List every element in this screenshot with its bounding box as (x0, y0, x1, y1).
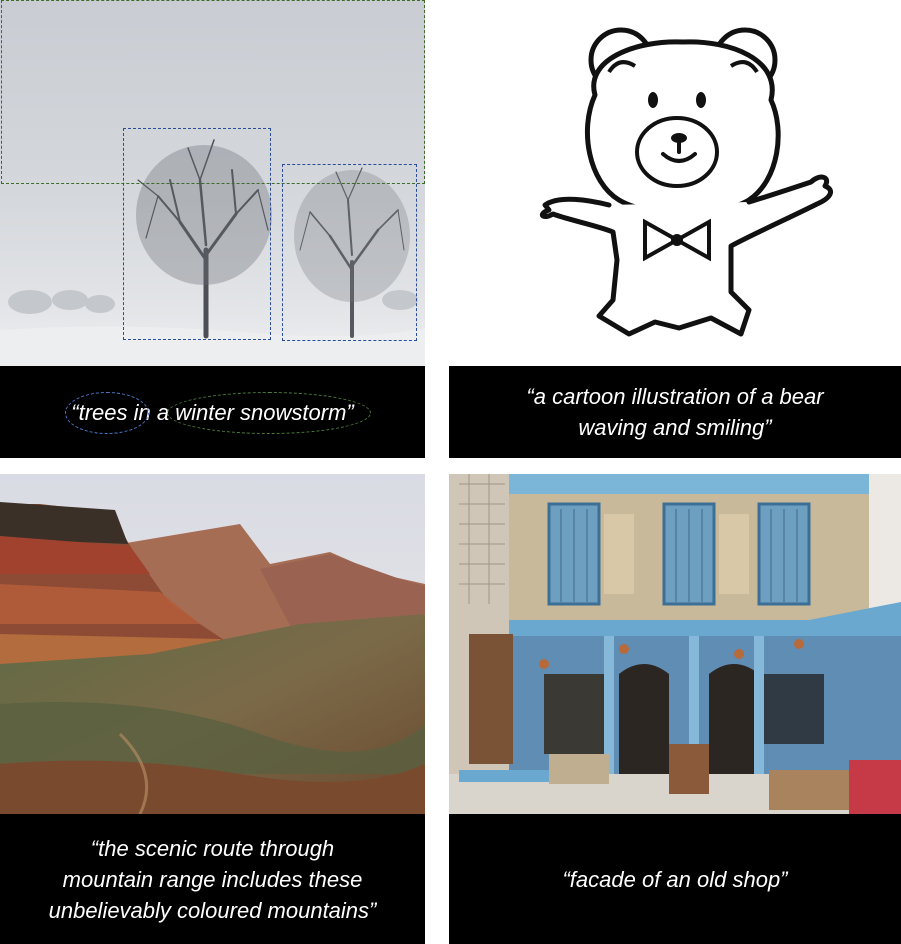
shop-photo (449, 474, 901, 814)
caption-mountains: “the scenic route through mountain range… (0, 814, 425, 944)
caption-snow: “trees in a winter snowstorm” (0, 366, 425, 458)
caption-shop-line-1: “facade of an old shop” (562, 866, 788, 892)
caption-connector: in a (127, 399, 176, 425)
mountains-photo (0, 474, 425, 814)
caption-mountains-line-3: unbelievably coloured mountains” (48, 897, 377, 923)
caption-bear-line-2: waving and smiling” (578, 415, 772, 440)
caption-phrase-winter-snowstorm: winter snowstorm (167, 391, 372, 434)
snow-photo (0, 0, 425, 366)
caption-quote-close: ” (346, 399, 354, 425)
caption-quote-open: “ (71, 399, 79, 425)
caption-mountains-line-1: “the scenic route through (90, 835, 335, 861)
bear-illustration (449, 0, 901, 366)
caption-bear: “a cartoon illustration of a bear waving… (449, 366, 901, 458)
caption-mountains-line-2: mountain range includes these (62, 866, 363, 892)
caption-bear-line-1: “a cartoon illustration of a bear (526, 384, 824, 409)
caption-phrase-trees: trees (64, 391, 149, 434)
caption-shop: “facade of an old shop” (449, 814, 901, 944)
